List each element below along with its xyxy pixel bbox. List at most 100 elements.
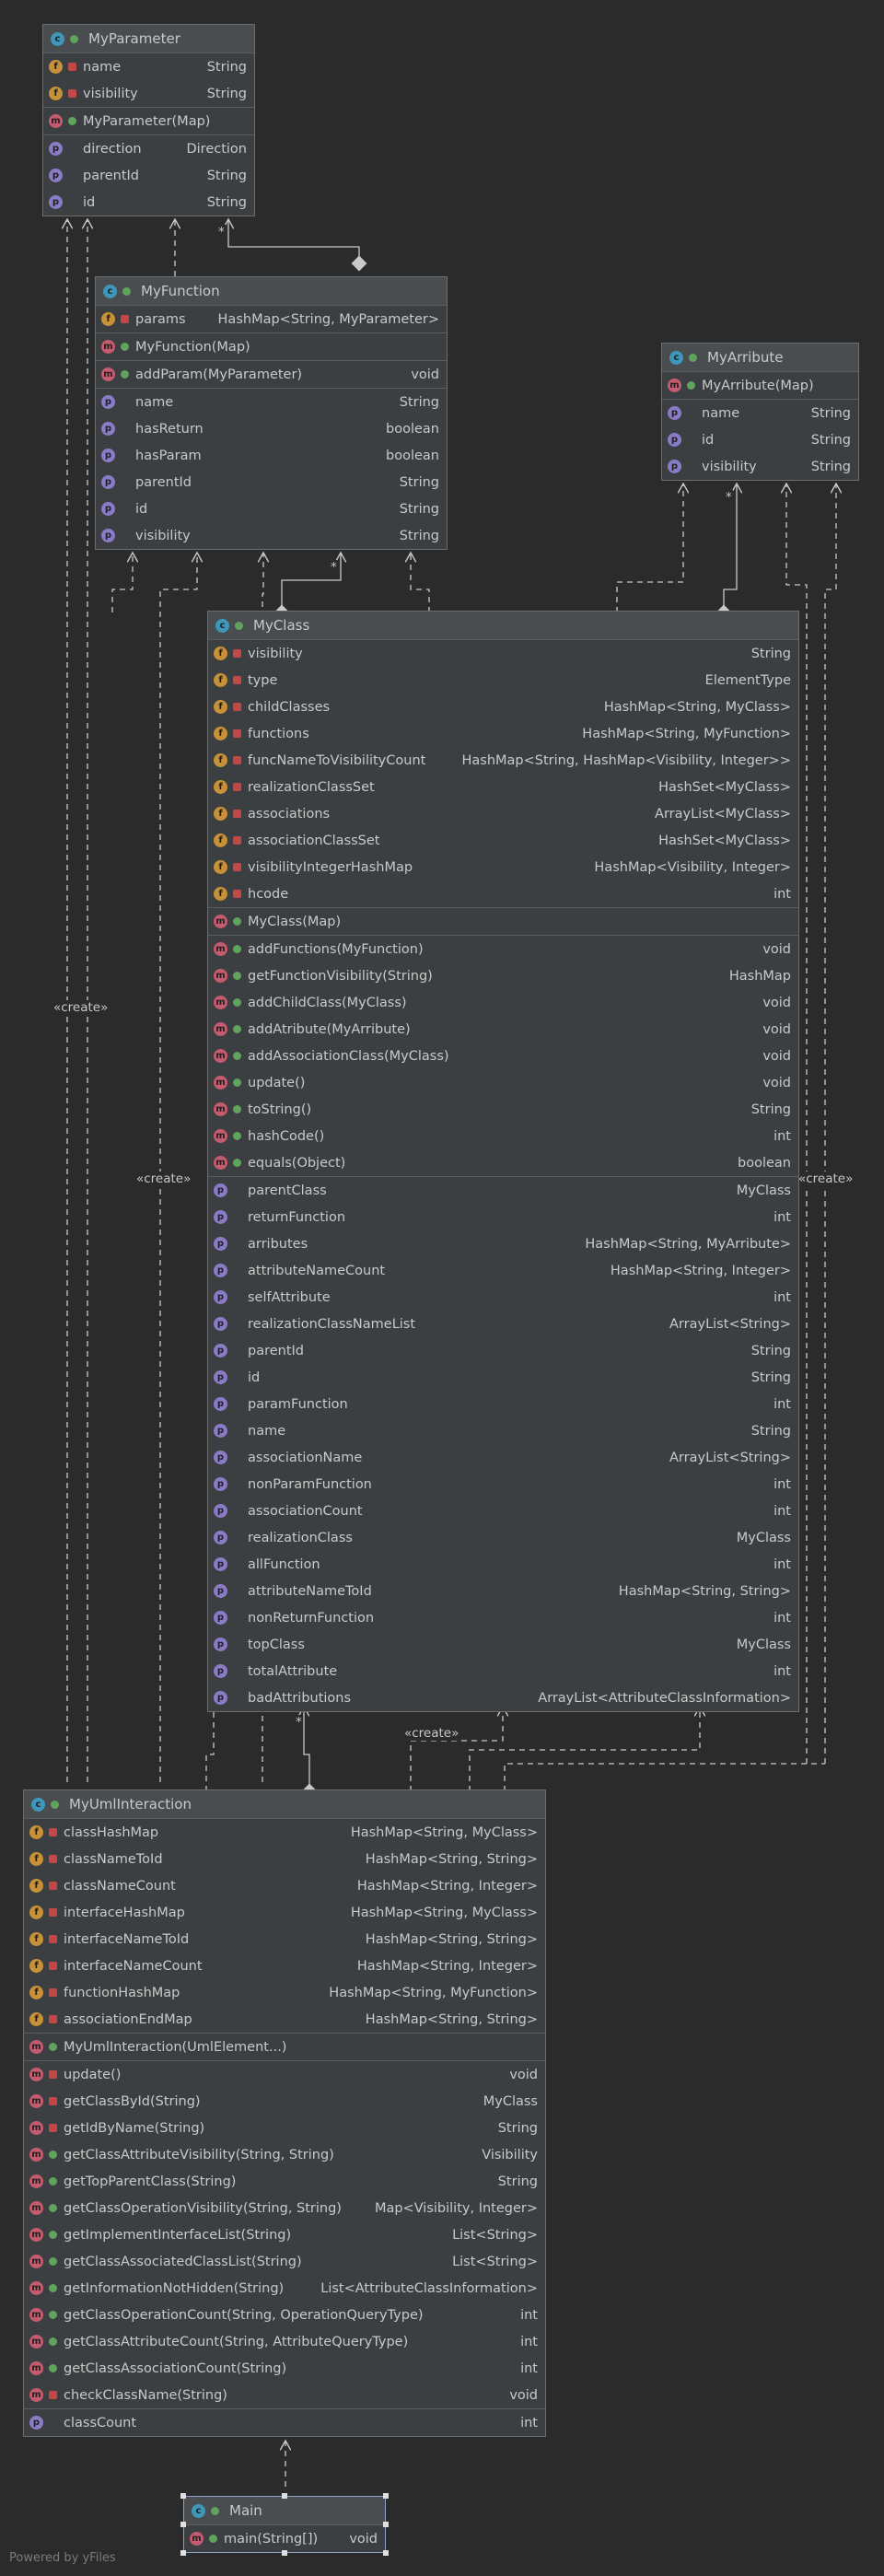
selection-handle[interactable] (383, 2493, 389, 2499)
property-row[interactable]: p nonReturnFunction int (208, 1604, 798, 1631)
property-row[interactable]: p topClass MyClass (208, 1631, 798, 1658)
property-row[interactable]: p paramFunction int (208, 1391, 798, 1417)
class-box-main[interactable]: c Main m main(String[]) void (183, 2496, 386, 2553)
method-row[interactable]: m getClassById(String) MyClass (24, 2088, 545, 2115)
field-row[interactable]: f classNameToId HashMap<String, String> (24, 1846, 545, 1872)
property-row[interactable]: p id String (43, 189, 254, 216)
method-row[interactable]: m addChildClass(MyClass) void (208, 989, 798, 1016)
method-row[interactable]: m hashCode() int (208, 1123, 798, 1149)
field-row[interactable]: f functionHashMap HashMap<String, MyFuncti… (24, 1979, 545, 2006)
method-row[interactable]: m getTopParentClass(String) String (24, 2168, 545, 2195)
method-row[interactable]: m getInformationNotHidden(String) List<Att… (24, 2275, 545, 2302)
method-row[interactable]: m equals(Object) boolean (208, 1149, 798, 1176)
field-row[interactable]: f funcNameToVisibilityCount HashMap<String… (208, 747, 798, 774)
field-row[interactable]: f interfaceNameCount HashMap<String, Integ… (24, 1952, 545, 1979)
class-box-myparameter[interactable]: c MyParameter f name String f visibility String… (42, 24, 255, 216)
property-row[interactable]: p associationCount int (208, 1498, 798, 1524)
method-row[interactable]: m MyArribute(Map) (662, 372, 858, 399)
field-row[interactable]: f associations ArrayList<MyClass> (208, 800, 798, 827)
property-row[interactable]: p totalAttribute int (208, 1658, 798, 1684)
property-row[interactable]: p direction Direction (43, 135, 254, 162)
property-row[interactable]: p name String (662, 400, 858, 426)
field-row[interactable]: f functions HashMap<String, MyFunction> (208, 720, 798, 747)
selection-handle[interactable] (282, 2550, 287, 2556)
field-row[interactable]: f interfaceNameToId HashMap<String, String… (24, 1926, 545, 1952)
property-row[interactable]: p name String (96, 389, 447, 415)
property-row[interactable]: p id String (96, 495, 447, 522)
property-row[interactable]: p visibility String (96, 522, 447, 549)
field-row[interactable]: f classHashMap HashMap<String, MyClass> (24, 1819, 545, 1846)
property-row[interactable]: p realizationClass MyClass (208, 1524, 798, 1551)
selection-handle[interactable] (180, 2493, 186, 2499)
class-box-myfunction[interactable]: c MyFunction f params HashMap<String, MyPara… (95, 276, 448, 550)
method-row[interactable]: m MyUmlInteraction(UmlElement...) (24, 2034, 545, 2060)
method-row[interactable]: m getClassAssociationCount(String) int (24, 2355, 545, 2382)
method-row[interactable]: m getClassAttributeCount(String, Attribut… (24, 2328, 545, 2355)
field-row[interactable]: f associationClassSet HashSet<MyClass> (208, 827, 798, 854)
property-row[interactable]: p hasParam boolean (96, 442, 447, 469)
method-row[interactable]: m addAtribute(MyArribute) void (208, 1016, 798, 1043)
class-header[interactable]: c MyParameter (43, 25, 254, 53)
method-row[interactable]: m update() void (24, 2061, 545, 2088)
method-row[interactable]: m update() void (208, 1069, 798, 1096)
method-row[interactable]: m getClassAssociatedClassList(String) List… (24, 2248, 545, 2275)
property-row[interactable]: p classCount int (24, 2409, 545, 2436)
selection-handle[interactable] (180, 2550, 186, 2556)
property-row[interactable]: p visibility String (662, 453, 858, 480)
field-row[interactable]: f hcode int (208, 880, 798, 907)
field-row[interactable]: f interfaceHashMap HashMap<String, MyClass… (24, 1899, 545, 1926)
property-row[interactable]: p hasReturn boolean (96, 415, 447, 442)
property-row[interactable]: p allFunction int (208, 1551, 798, 1578)
field-row[interactable]: f realizationClassSet HashSet<MyClass> (208, 774, 798, 800)
property-row[interactable]: p parentId String (43, 162, 254, 189)
property-row[interactable]: p parentClass MyClass (208, 1177, 798, 1204)
field-row[interactable]: f type ElementType (208, 667, 798, 694)
field-row[interactable]: f visibility String (43, 80, 254, 107)
property-row[interactable]: p arributes HashMap<String, MyArribute> (208, 1230, 798, 1257)
field-row[interactable]: f visibilityIntegerHashMap HashMap<Visibil… (208, 854, 798, 880)
property-row[interactable]: p attributeNameToId HashMap<String, String… (208, 1578, 798, 1604)
class-box-myclass[interactable]: c MyClass f visibility String f type ElementTyp… (207, 611, 799, 1712)
method-row[interactable]: m getClassAttributeVisibility(String, Str… (24, 2141, 545, 2168)
class-header[interactable]: c Main (184, 2497, 385, 2525)
method-row[interactable]: m addAssociationClass(MyClass) void (208, 1043, 798, 1069)
method-row[interactable]: m getFunctionVisibility(String) HashMap (208, 962, 798, 989)
method-row[interactable]: m toString() String (208, 1096, 798, 1123)
property-row[interactable]: p selfAttribute int (208, 1284, 798, 1311)
field-row[interactable]: f childClasses HashMap<String, MyClass> (208, 694, 798, 720)
selection-handle[interactable] (180, 2522, 186, 2527)
field-row[interactable]: f associationEndMap HashMap<String, String… (24, 2006, 545, 2033)
property-row[interactable]: p realizationClassNameList ArrayList<Strin… (208, 1311, 798, 1337)
class-header[interactable]: c MyClass (208, 612, 798, 640)
class-header[interactable]: c MyArribute (662, 344, 858, 372)
method-row[interactable]: m getClassOperationVisibility(String, Str… (24, 2195, 545, 2221)
method-row[interactable]: m main(String[]) void (184, 2525, 385, 2552)
property-row[interactable]: p id String (662, 426, 858, 453)
property-row[interactable]: p name String (208, 1417, 798, 1444)
method-row[interactable]: m getClassOperationCount(String, Operatio… (24, 2302, 545, 2328)
class-box-myarribute[interactable]: c MyArribute m MyArribute(Map) p name String p i… (661, 343, 859, 481)
field-row[interactable]: f classNameCount HashMap<String, Integer> (24, 1872, 545, 1899)
property-row[interactable]: p attributeNameCount HashMap<String, Integ… (208, 1257, 798, 1284)
method-row[interactable]: m MyParameter(Map) (43, 108, 254, 134)
property-row[interactable]: p parentId String (208, 1337, 798, 1364)
method-row[interactable]: m MyClass(Map) (208, 908, 798, 935)
method-row[interactable]: m getIdByName(String) String (24, 2115, 545, 2141)
property-row[interactable]: p id String (208, 1364, 798, 1391)
field-row[interactable]: f visibility String (208, 640, 798, 667)
method-row[interactable]: m MyFunction(Map) (96, 333, 447, 360)
class-box-myumlinteraction[interactable]: c MyUmlInteraction f classHashMap HashMap<St… (23, 1789, 546, 2437)
field-row[interactable]: f name String (43, 53, 254, 80)
method-row[interactable]: m addFunctions(MyFunction) void (208, 936, 798, 962)
class-header[interactable]: c MyFunction (96, 277, 447, 306)
property-row[interactable]: p nonParamFunction int (208, 1471, 798, 1498)
field-row[interactable]: f params HashMap<String, MyParameter> (96, 306, 447, 332)
method-row[interactable]: m checkClassName(String) void (24, 2382, 545, 2408)
method-row[interactable]: m getImplementInterfaceList(String) List<S… (24, 2221, 545, 2248)
class-header[interactable]: c MyUmlInteraction (24, 1790, 545, 1819)
property-row[interactable]: p badAttributions ArrayList<AttributeClass… (208, 1684, 798, 1711)
property-row[interactable]: p associationName ArrayList<String> (208, 1444, 798, 1471)
selection-handle[interactable] (383, 2550, 389, 2556)
property-row[interactable]: p parentId String (96, 469, 447, 495)
selection-handle[interactable] (383, 2522, 389, 2527)
